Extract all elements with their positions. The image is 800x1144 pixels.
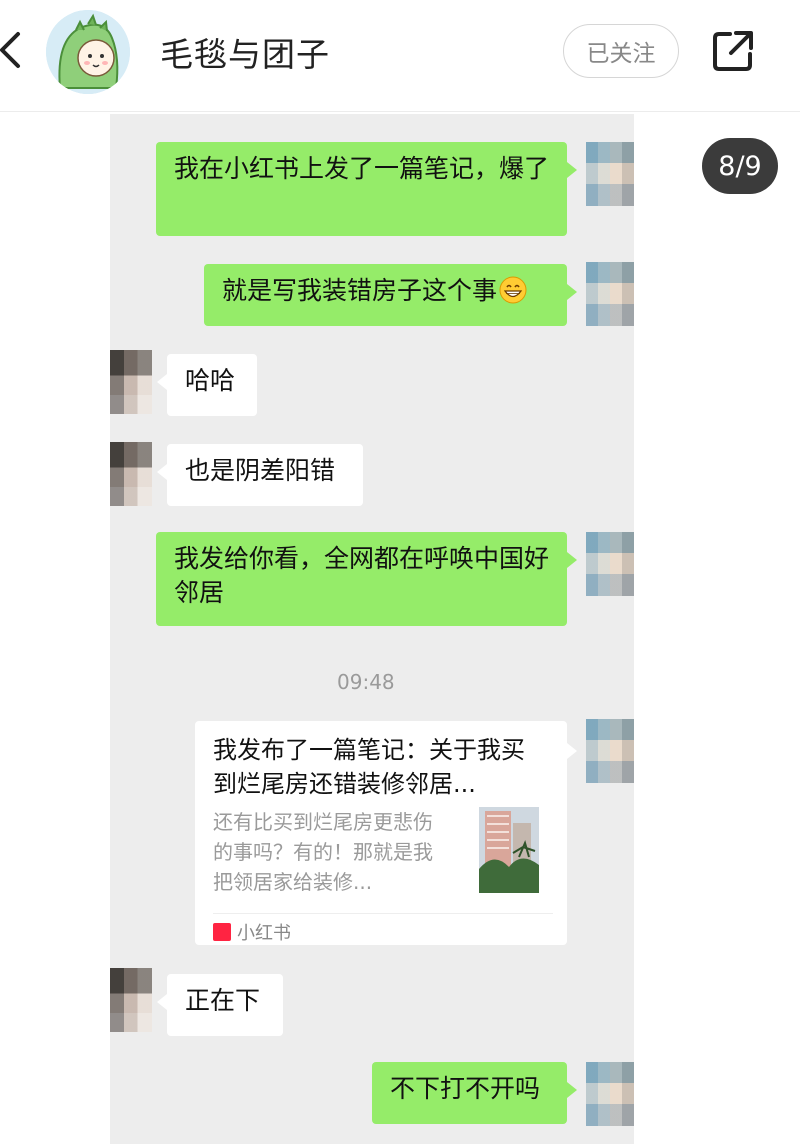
note-title: 我发布了一篇笔记：关于我买到烂尾房还错装修邻居... (213, 736, 525, 798)
message-bubble-sent: 我在小红书上发了一篇笔记，爆了 (156, 142, 577, 236)
author-avatar[interactable] (46, 10, 130, 94)
note-source: 小红书 (213, 919, 291, 945)
my-avatar (586, 142, 634, 206)
message-bubble-sent: 我发给你看，全网都在呼唤中国好邻居 (156, 532, 577, 626)
shared-note-card[interactable]: 我发布了一篇笔记：关于我买到烂尾房还错装修邻居... 还有比买到烂尾房更悲伤的事… (195, 721, 577, 945)
note-thumbnail (479, 807, 539, 893)
contact-avatar (110, 442, 152, 506)
grin-emoji-icon (499, 276, 527, 304)
message-bubble-received: 也是阴差阳错 (157, 444, 363, 506)
follow-button[interactable]: 已关注 (563, 24, 679, 78)
message-bubble-received: 正在下 (157, 974, 283, 1036)
xiaohongshu-logo-icon (213, 923, 231, 941)
contact-avatar (110, 968, 152, 1032)
source-name: 小红书 (237, 923, 291, 944)
top-bar: 毛毯与团子 已关注 (0, 0, 800, 112)
message-bubble-sent: 不下打不开吗 (372, 1062, 577, 1124)
share-external-icon[interactable] (710, 28, 756, 74)
message-bubble-sent: 就是写我装错房子这个事 (204, 264, 577, 326)
message-bubble-received: 哈哈 (157, 354, 257, 416)
message-text: 正在下 (185, 986, 261, 1015)
message-text: 不下打不开吗 (390, 1074, 541, 1103)
message-text: 哈哈 (185, 366, 236, 395)
chat-screenshot: 我在小红书上发了一篇笔记，爆了 就是写我装错房子这个事 哈哈 也是阴差阳错 我发… (110, 114, 634, 1144)
my-avatar (586, 262, 634, 326)
chat-timestamp: 09:48 (337, 670, 395, 694)
my-avatar (586, 719, 634, 783)
message-text: 也是阴差阳错 (185, 456, 336, 485)
contact-avatar (110, 350, 152, 414)
image-page-counter: 8/9 (702, 138, 778, 194)
author-name[interactable]: 毛毯与团子 (160, 28, 330, 76)
note-description: 还有比买到烂尾房更悲伤的事吗？有的！那就是我把领居家给装修... (213, 810, 433, 894)
message-text: 就是写我装错房子这个事 (222, 276, 498, 305)
back-arrow-icon[interactable] (0, 30, 24, 70)
card-divider (213, 913, 553, 914)
my-avatar (586, 532, 634, 596)
message-text: 我发给你看，全网都在呼唤中国好邻居 (174, 544, 550, 607)
message-text: 我在小红书上发了一篇笔记，爆了 (174, 154, 550, 183)
my-avatar (586, 1062, 634, 1126)
